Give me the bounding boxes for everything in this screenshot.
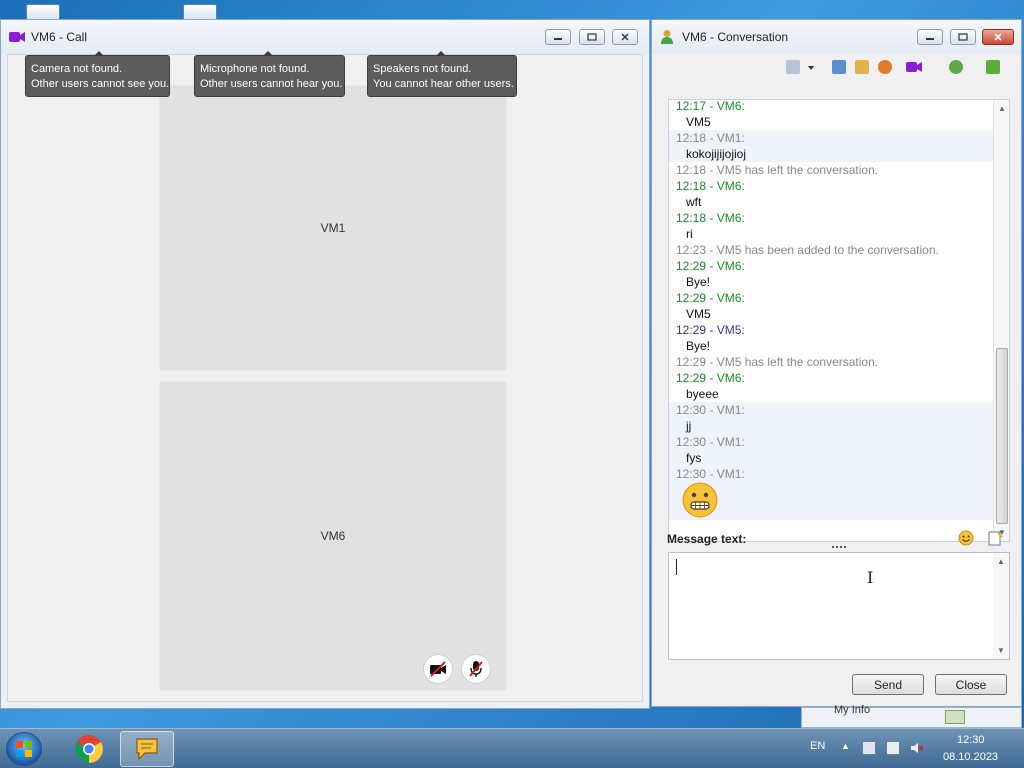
online-status-icon[interactable] xyxy=(945,710,965,724)
minimize-button[interactable] xyxy=(545,29,571,45)
minimize-button[interactable] xyxy=(917,29,943,45)
network-icon[interactable] xyxy=(886,741,900,755)
call-window: VM6 - Call VM1 VM6 xyxy=(0,19,650,709)
start-button[interactable] xyxy=(6,732,42,766)
minimize-icon xyxy=(926,38,934,40)
exit-icon[interactable] xyxy=(986,60,1000,74)
microphone-off-icon xyxy=(469,661,483,677)
clock-time[interactable]: 12:30 xyxy=(957,734,985,746)
chat-message-group: 12:30 - VM1: jj 12:30 - VM1: fys 12:30 -… xyxy=(669,402,993,520)
settings-icon[interactable] xyxy=(878,60,892,74)
chat-message: 12:29 - VM6: Bye! xyxy=(676,259,745,289)
chat-message: 12:29 - VM6: byeee xyxy=(676,371,745,401)
call-window-title: VM6 - Call xyxy=(31,30,88,44)
message-text-label: Message text: xyxy=(667,532,747,546)
chat-app-taskbar-button[interactable] xyxy=(120,731,174,767)
desktop-icon[interactable] xyxy=(26,4,60,20)
call-area: VM1 VM6 xyxy=(7,54,643,702)
chat-message: 12:29 - VM6: VM5 xyxy=(676,291,745,321)
system-message: 12:23 - VM5 has been added to the conver… xyxy=(676,243,939,257)
chrome-taskbar-button[interactable] xyxy=(62,731,116,767)
close-icon xyxy=(621,33,629,41)
microphone-toggle-button[interactable] xyxy=(461,654,491,684)
local-video-tile[interactable]: VM6 xyxy=(159,381,507,691)
my-info-label: My Info xyxy=(834,704,871,716)
maximize-icon xyxy=(587,33,597,41)
add-user-icon[interactable] xyxy=(949,60,963,74)
chevron-down-icon[interactable] xyxy=(806,60,816,74)
taskbar: EN ▲ 12:30 08.10.2023 xyxy=(0,728,1024,768)
chat-scrollbar[interactable]: ▲ ▼ xyxy=(993,100,1009,541)
chat-message: 12:18 - VM6: ri xyxy=(676,211,745,241)
maximize-icon xyxy=(958,33,968,41)
desktop-icon[interactable] xyxy=(183,4,217,20)
video-call-icon[interactable] xyxy=(906,60,922,74)
camera-icon xyxy=(9,31,25,43)
splitter-grip[interactable] xyxy=(832,546,846,548)
chat-message: 12:17 - VM6: VM5 xyxy=(676,99,745,129)
status-icon[interactable] xyxy=(786,60,800,74)
scroll-thumb[interactable] xyxy=(996,348,1008,524)
clock-date[interactable]: 08.10.2023 xyxy=(943,751,998,763)
chrome-icon xyxy=(75,735,103,763)
emoji-picker-icon[interactable] xyxy=(958,530,974,549)
remote-video-tile[interactable]: VM1 xyxy=(159,85,507,371)
show-hidden-icons[interactable]: ▲ xyxy=(841,741,850,751)
maximize-button[interactable] xyxy=(579,29,605,45)
close-conversation-button[interactable]: Close xyxy=(935,674,1007,695)
my-info-bar[interactable]: My Info xyxy=(801,704,1022,728)
remote-video-label: VM1 xyxy=(320,221,346,235)
system-message: 12:29 - VM5 has left the conversation. xyxy=(676,355,879,369)
chat-message: 12:18 - VM1: kokojijijojioj xyxy=(669,130,993,162)
file-transfer-icon[interactable] xyxy=(855,60,869,74)
chat-message: 12:29 - VM5: Bye! xyxy=(676,323,745,353)
scroll-up-icon[interactable]: ▲ xyxy=(998,104,1006,113)
scroll-up-icon[interactable]: ▲ xyxy=(997,557,1005,566)
close-button[interactable] xyxy=(612,29,638,45)
chat-app-icon xyxy=(136,738,158,761)
conversation-window: VM6 - Conversation 12:17 - VM6: VM5 12:1… xyxy=(651,19,1022,707)
camera-off-icon xyxy=(430,661,446,677)
microphone-warning-tooltip: Microphone not found. Other users cannot… xyxy=(194,51,345,97)
chat-log[interactable]: 12:17 - VM6: VM5 12:18 - VM1: kokojijijo… xyxy=(668,99,1010,542)
close-button[interactable] xyxy=(982,29,1014,45)
minimize-icon xyxy=(554,38,562,40)
action-center-icon[interactable] xyxy=(862,741,876,755)
start-orb-icon xyxy=(16,741,32,757)
grinning-emoji-icon xyxy=(682,482,718,521)
scroll-down-icon[interactable]: ▼ xyxy=(997,646,1005,655)
text-cursor-icon: I xyxy=(867,568,874,587)
conversation-window-title: VM6 - Conversation xyxy=(682,30,789,44)
send-button[interactable]: Send xyxy=(852,674,924,695)
camera-toggle-button[interactable] xyxy=(423,654,453,684)
user-icon xyxy=(660,30,676,44)
input-scrollbar[interactable]: ▲ ▼ xyxy=(993,553,1009,659)
local-video-label: VM6 xyxy=(320,529,346,543)
maximize-button[interactable] xyxy=(950,29,976,45)
camera-warning-tooltip: Camera not found. Other users cannot see… xyxy=(25,51,170,97)
volume-muted-icon[interactable] xyxy=(910,741,924,755)
message-input[interactable]: I ▲ ▼ xyxy=(668,552,1010,660)
close-icon xyxy=(994,33,1002,41)
system-message: 12:18 - VM5 has left the conversation. xyxy=(676,163,879,177)
format-icon[interactable] xyxy=(988,530,1004,549)
chat-message: 12:18 - VM6: wft xyxy=(676,179,745,209)
conversation-toolbar xyxy=(652,54,1021,80)
history-icon[interactable] xyxy=(832,60,846,74)
text-caret xyxy=(676,559,677,575)
language-indicator[interactable]: EN xyxy=(810,740,825,752)
speakers-warning-tooltip: Speakers not found. You cannot hear othe… xyxy=(367,51,517,97)
